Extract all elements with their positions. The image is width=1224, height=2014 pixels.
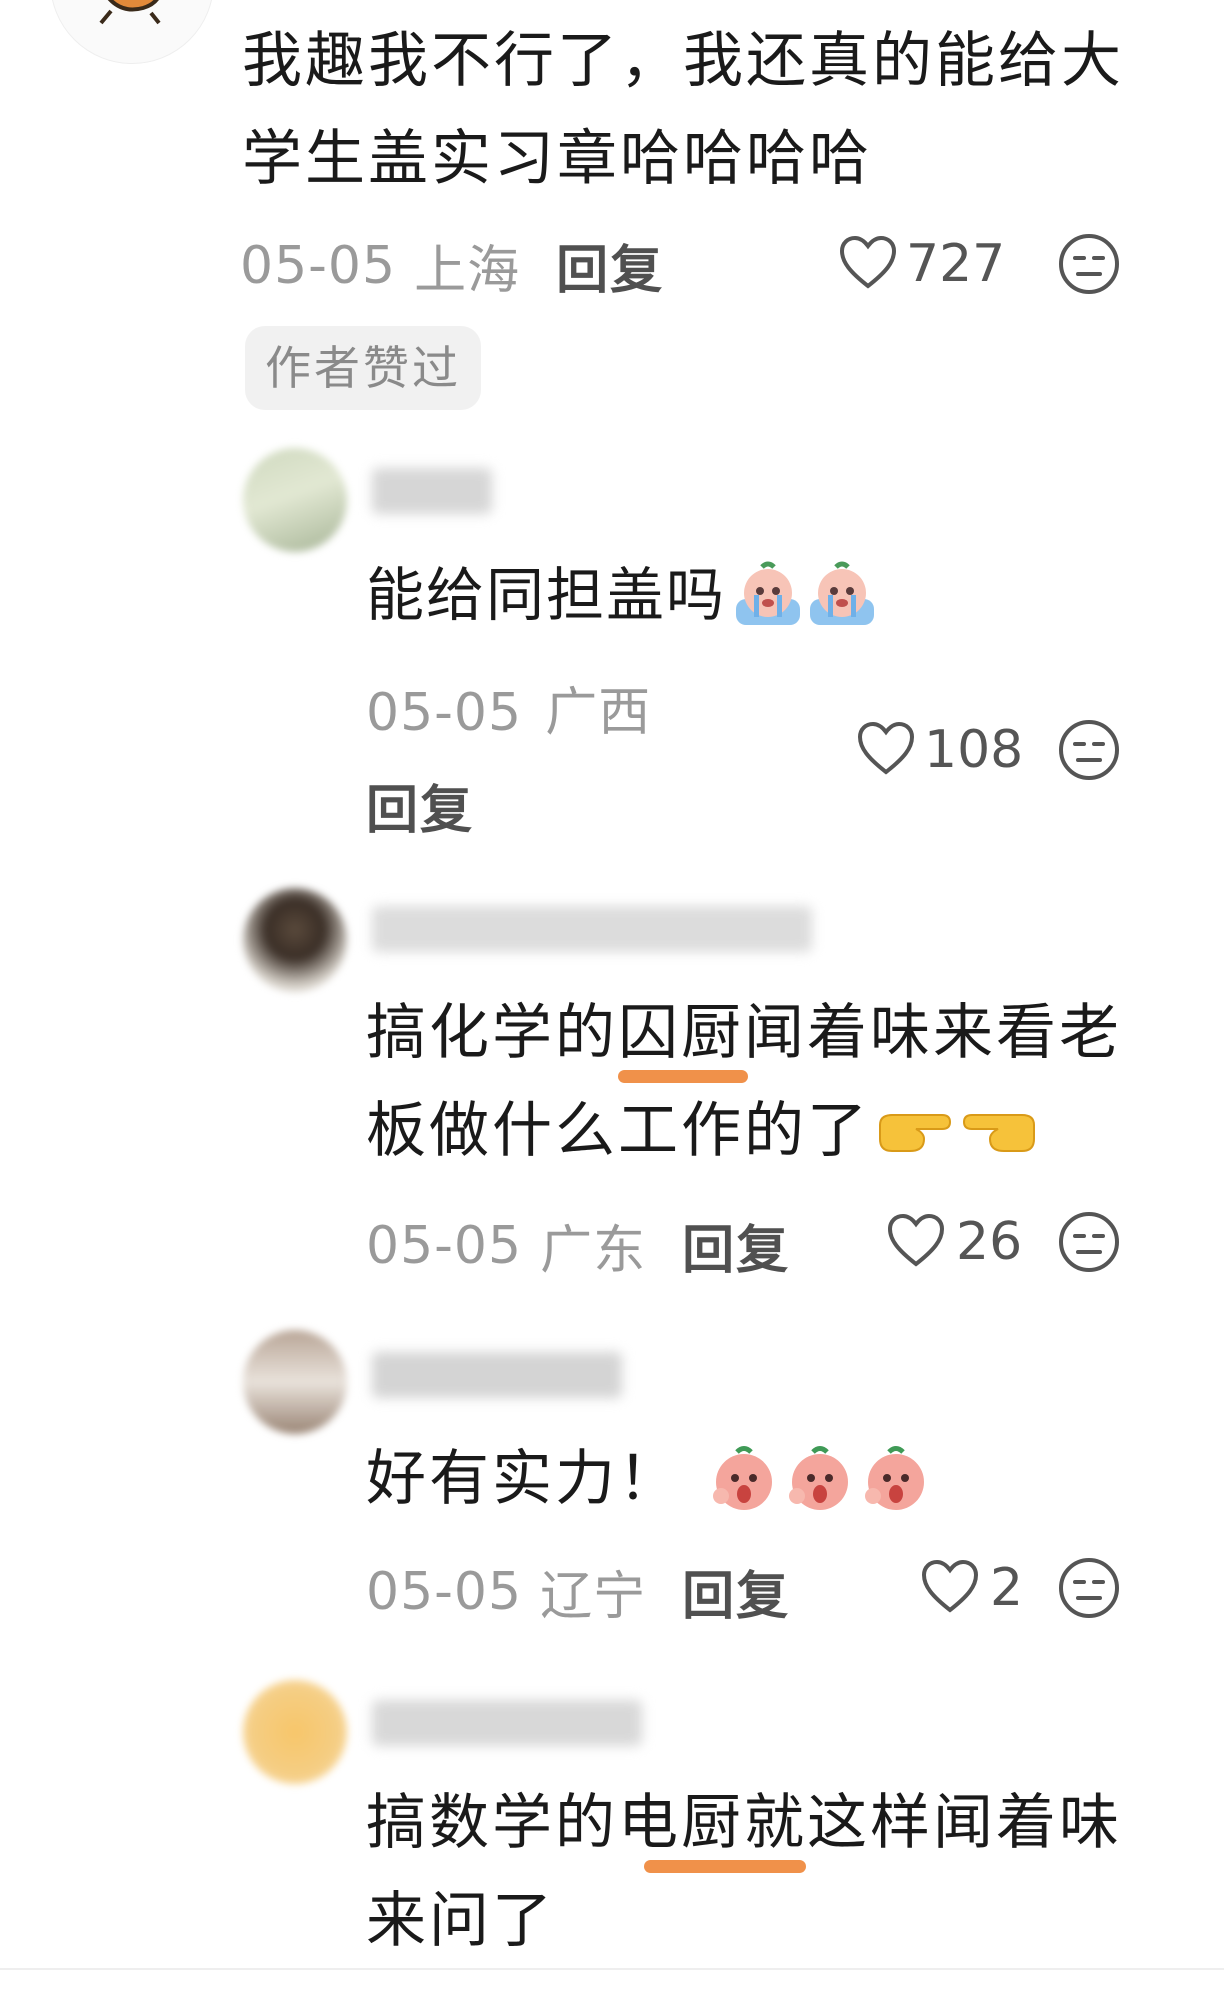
comment-text-line: 板做什么工作的了 xyxy=(366,1082,1040,1180)
username-blurred[interactable] xyxy=(372,906,812,952)
neutral-face-icon xyxy=(1057,1212,1121,1278)
like-button[interactable]: 2 xyxy=(920,1558,1023,1618)
comment-text-line: 来问了 xyxy=(366,1886,555,1956)
heart-outline-icon xyxy=(838,234,898,294)
like-button[interactable]: 108 xyxy=(856,720,1023,780)
comment-text-line: 能给同担盖吗 xyxy=(366,546,878,644)
user-avatar[interactable] xyxy=(243,1330,347,1434)
comment-meta-row: 05-05 广西 xyxy=(366,670,651,745)
comment-text-line: 学生盖实习章哈哈哈哈 xyxy=(242,124,872,194)
comment-meta-row: 05-05 上海 回复 xyxy=(240,228,664,303)
pointing-right-emoji xyxy=(874,1099,954,1163)
like-count: 727 xyxy=(906,234,1006,294)
reply-button[interactable]: 回复 xyxy=(556,228,664,303)
like-count: 26 xyxy=(956,1212,1023,1272)
comment-meta-row: 05-05 辽宁 回复 xyxy=(366,1554,790,1629)
comment-location: 上海 xyxy=(414,241,521,301)
comment-text-line: 搞化学的囚厨闻着味来看老 xyxy=(366,998,1122,1068)
shocked-face-emoji xyxy=(707,1442,781,1516)
comment-location: 广西 xyxy=(545,683,652,743)
shocked-face-emoji xyxy=(859,1442,933,1516)
like-button[interactable]: 26 xyxy=(886,1212,1022,1272)
comment-text: 能给同担盖吗 xyxy=(366,561,727,629)
comment-text-line: 好有实力！ xyxy=(366,1430,933,1528)
comment-text: 板做什么工作的了 xyxy=(366,1096,870,1166)
divider xyxy=(0,1968,1224,1970)
comment-text-line: 我趣我不行了，我还真的能给大 xyxy=(242,26,1124,96)
crying-face-emoji xyxy=(732,559,804,631)
comment-meta-row: 05-05 广东 回复 xyxy=(366,1208,790,1283)
username-blurred[interactable] xyxy=(372,1700,642,1746)
pointing-left-emoji xyxy=(960,1099,1040,1163)
neutral-face-icon xyxy=(1057,1558,1121,1624)
heart-outline-icon xyxy=(886,1212,946,1272)
heart-outline-icon xyxy=(856,720,916,780)
comment-location: 辽宁 xyxy=(540,1567,647,1627)
comment-date: 05-05 xyxy=(366,1215,523,1276)
dislike-button[interactable] xyxy=(1057,232,1121,300)
reply-button[interactable]: 回复 xyxy=(366,768,474,843)
neutral-face-icon xyxy=(1057,234,1121,300)
neutral-face-icon xyxy=(1057,720,1121,786)
like-button[interactable]: 727 xyxy=(838,234,1005,294)
username-blurred[interactable] xyxy=(372,1352,622,1398)
user-avatar[interactable] xyxy=(243,888,347,992)
crying-face-emoji xyxy=(806,559,878,631)
like-count: 2 xyxy=(990,1558,1024,1618)
shocked-face-emoji xyxy=(783,1442,857,1516)
user-avatar[interactable] xyxy=(243,448,347,552)
author-liked-badge: 作者赞过 xyxy=(245,326,481,410)
dislike-button[interactable] xyxy=(1057,718,1121,786)
dislike-button[interactable] xyxy=(1057,1210,1121,1278)
comment-date: 05-05 xyxy=(366,1561,523,1622)
comment-date: 05-05 xyxy=(366,683,523,743)
comment-location: 广东 xyxy=(540,1221,647,1281)
heart-outline-icon xyxy=(920,1558,980,1618)
like-count: 108 xyxy=(924,720,1024,780)
user-avatar[interactable] xyxy=(243,1680,347,1784)
top-comment-avatar[interactable] xyxy=(50,0,214,64)
dislike-button[interactable] xyxy=(1057,1556,1121,1624)
highlight-underline xyxy=(644,1860,806,1873)
reply-button[interactable]: 回复 xyxy=(682,1554,790,1629)
comment-text: 好有实力！ xyxy=(366,1444,681,1514)
reply-button[interactable]: 回复 xyxy=(682,1208,790,1283)
username-blurred[interactable] xyxy=(372,468,492,514)
comment-text-line: 搞数学的电厨就这样闻着味 xyxy=(366,1788,1122,1858)
comment-date: 05-05 xyxy=(240,235,397,296)
